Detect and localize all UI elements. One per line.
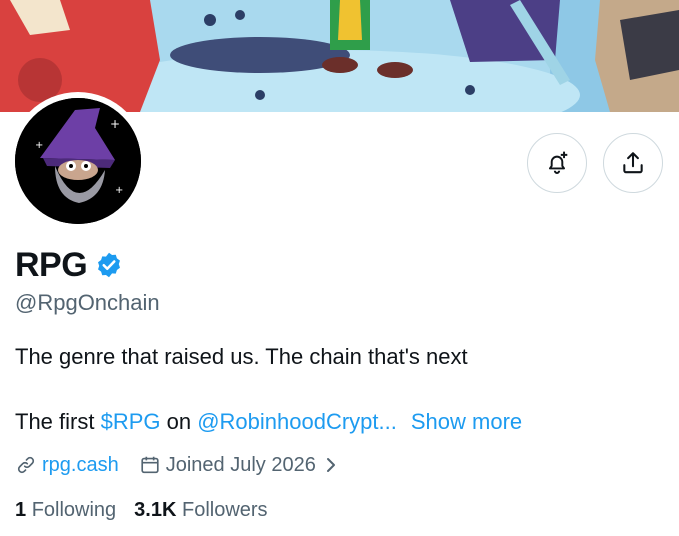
mention-link[interactable]: @RobinhoodCrypt... (197, 409, 397, 434)
svg-text:+: + (115, 185, 123, 196)
name-row: RPG (15, 245, 123, 285)
show-more-button[interactable]: Show more (411, 409, 522, 434)
followers-count: 3.1K (134, 499, 177, 521)
followers-link[interactable]: 3.1K Followers (134, 497, 267, 523)
cashtag-link[interactable]: $RPG (101, 409, 161, 434)
link-icon (17, 456, 35, 474)
banner-illustration (0, 0, 679, 112)
svg-text:+: + (110, 117, 120, 131)
chevron-right-icon (326, 458, 335, 472)
followers-label: Followers (181, 499, 268, 521)
profile-handle: @RpgOnchain (15, 290, 160, 315)
notify-button[interactable] (527, 133, 587, 193)
share-button[interactable] (603, 133, 663, 193)
bio-text: The first (15, 409, 101, 434)
svg-text:+: + (35, 140, 43, 151)
profile-banner[interactable] (0, 0, 679, 112)
follow-stats: 1 Following 3.1K Followers (15, 497, 268, 523)
following-count: 1 (15, 499, 27, 521)
verified-badge-icon[interactable] (95, 251, 123, 279)
website-link[interactable]: rpg.cash (42, 452, 119, 478)
bio-line-1: The genre that raised us. The chain that… (15, 344, 468, 369)
following-link[interactable]: 1 Following (15, 497, 116, 523)
bio-text-on: on (160, 409, 198, 434)
profile-meta: rpg.cash Joined July 2026 (15, 452, 343, 478)
following-label: Following (31, 499, 117, 521)
wizard-avatar-icon: + + + (15, 98, 141, 224)
avatar-image: + + + (15, 98, 141, 224)
profile-avatar[interactable]: + + + (9, 92, 147, 230)
bell-plus-icon (548, 151, 568, 174)
joined-item[interactable]: Joined July 2026 (139, 452, 343, 478)
joined-date: Joined July 2026 (165, 454, 316, 476)
display-name: RPG (15, 246, 88, 284)
calendar-icon (141, 456, 159, 474)
website-item[interactable]: rpg.cash (15, 452, 119, 478)
share-icon (623, 152, 643, 174)
bio-line-2: The first $RPG on @RobinhoodCrypt... Show… (15, 408, 522, 436)
